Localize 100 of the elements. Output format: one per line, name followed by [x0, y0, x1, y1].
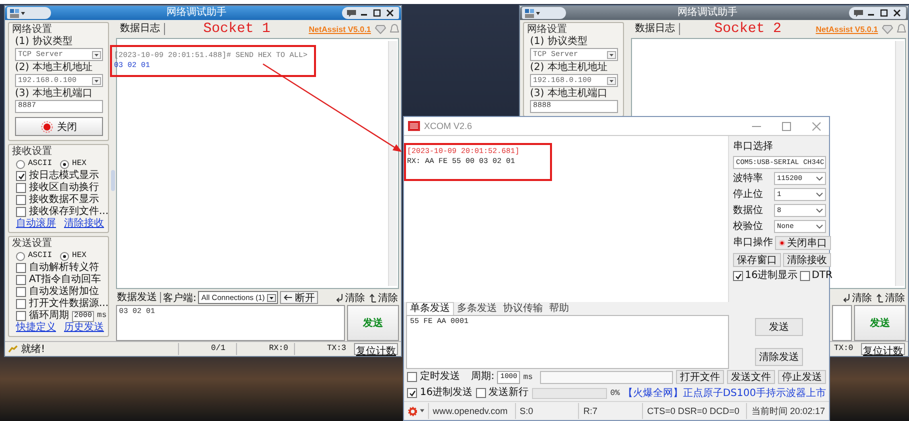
radio-label: HEX	[72, 250, 86, 262]
caret-icon[interactable]	[266, 294, 276, 302]
tab[interactable]: 协议传输	[500, 303, 546, 315]
checkbox[interactable]	[476, 388, 486, 398]
tab[interactable]: 帮助	[546, 303, 572, 315]
radio-label: HEX	[72, 158, 86, 170]
reset-count-button[interactable]: 复位计数	[861, 343, 905, 355]
status-cell: www.openedv.com	[428, 403, 512, 419]
link[interactable]: 自动滚屏	[16, 218, 56, 230]
checkbox-label: 16进制显示	[745, 270, 798, 282]
status-cell: 当前时间 20:02:17	[746, 403, 829, 419]
disconnect-button[interactable]: 断开	[280, 291, 318, 304]
caret-icon[interactable]	[420, 409, 425, 413]
tab[interactable]: 多条发送	[454, 303, 500, 315]
tab[interactable]: 单条发送	[406, 302, 454, 315]
client-label: 客户端:	[163, 292, 196, 304]
checkbox[interactable]	[800, 271, 810, 281]
status-cell: CTS=0 DSR=0 DCD=0	[642, 403, 744, 419]
checkbox-label: 接收保存到文件...	[29, 206, 109, 218]
checkbox-label: 打开文件数据源...	[29, 298, 109, 310]
link[interactable]: 历史发送	[64, 322, 104, 334]
status-cell: TX:3	[294, 343, 352, 355]
caret-icon[interactable]	[92, 76, 101, 84]
radio-button[interactable]	[60, 252, 70, 260]
field-label: (2) 本地主机地址	[14, 62, 94, 74]
send-tab[interactable]: 数据发送	[116, 292, 161, 303]
log-tab[interactable]: 数据日志	[631, 23, 680, 35]
checkbox-label: 自动发送附加位	[29, 286, 99, 298]
return-arrow-icon[interactable]	[336, 292, 344, 302]
send-button[interactable]: 发送	[347, 305, 399, 341]
clear-button[interactable]: 清除	[842, 291, 873, 304]
status-cell: RX:0	[236, 343, 294, 355]
radio-label: ASCII	[28, 158, 52, 170]
scrollbar[interactable]	[895, 41, 904, 286]
app-menu-button[interactable]	[522, 7, 566, 19]
file-path-field[interactable]	[540, 370, 673, 384]
unit-label: ms	[97, 310, 107, 322]
app-logo-icon	[408, 121, 420, 131]
status-cell: S:0	[514, 403, 576, 419]
send-button[interactable]: 发送	[854, 305, 906, 341]
checkbox[interactable]	[16, 287, 26, 297]
checkbox-label: DTR	[812, 270, 832, 282]
file-button[interactable]: 停止发送	[778, 370, 826, 384]
caret-icon[interactable]	[607, 76, 616, 84]
checkbox-label: 循环周期	[29, 310, 69, 322]
promo-link[interactable]: 【火爆全网】正点原子DS100手持示波器上市	[622, 386, 826, 400]
progress-reading: 0%	[610, 388, 620, 398]
checkbox-label: 接收区自动换行	[29, 182, 99, 194]
send-panel-button[interactable]: 清除发送	[755, 348, 803, 366]
caret-icon[interactable]	[607, 50, 616, 58]
radio-button[interactable]	[16, 160, 25, 168]
checkbox[interactable]	[16, 183, 26, 193]
checkbox[interactable]	[16, 207, 26, 217]
close-port-button[interactable]: 关闭串口	[775, 236, 831, 250]
file-button[interactable]: 打开文件	[676, 370, 724, 384]
clear-button[interactable]: 清除	[335, 291, 366, 304]
radio-button[interactable]	[60, 160, 70, 168]
indicator-icon[interactable]	[779, 238, 785, 248]
file-button[interactable]: 发送文件	[727, 370, 775, 384]
reset-count-button[interactable]: 复位计数	[354, 343, 398, 355]
status-message: 就绪!	[21, 342, 46, 356]
checkbox-label: 16进制发送	[420, 387, 473, 399]
indicator-icon[interactable]	[41, 120, 53, 132]
radio-button[interactable]	[16, 252, 25, 260]
left-arrow-icon[interactable]	[282, 294, 293, 301]
status-icon	[8, 345, 18, 353]
send-input[interactable]	[832, 305, 852, 341]
link[interactable]: 快捷定义	[16, 322, 56, 334]
link[interactable]: 清除接收	[64, 218, 104, 230]
checkbox[interactable]	[407, 372, 417, 382]
send-panel-button[interactable]: 发送	[755, 318, 803, 336]
field-label: 校验位	[733, 220, 763, 232]
app-menu-button[interactable]	[7, 7, 51, 19]
checkbox[interactable]	[16, 195, 26, 205]
panel-button[interactable]: 保存窗口	[733, 253, 781, 267]
radio-label: ASCII	[28, 250, 52, 262]
connect-toggle-button[interactable]: 关闭	[15, 117, 103, 136]
checkbox[interactable]	[16, 263, 26, 273]
field-label: 串口操作	[733, 237, 773, 249]
checkbox[interactable]	[16, 299, 26, 309]
field-label: (1) 协议类型	[529, 36, 588, 48]
clear-button[interactable]: 清除	[368, 291, 399, 304]
checkbox[interactable]	[16, 311, 26, 321]
splitter-handle[interactable]	[111, 170, 115, 191]
up-arrow-icon[interactable]	[369, 292, 377, 302]
return-arrow-icon[interactable]	[843, 292, 851, 302]
caret-icon[interactable]	[92, 50, 101, 58]
field-label: (2) 本地主机地址	[529, 62, 608, 74]
field-label: (1) 协议类型	[14, 36, 74, 48]
app-icon[interactable]	[10, 8, 26, 18]
app-icon[interactable]	[525, 8, 541, 18]
clear-button[interactable]: 清除	[875, 291, 906, 304]
window-title: XCOM V2.6	[424, 121, 472, 131]
gear-icon[interactable]	[408, 406, 418, 416]
field-label: 数据位	[733, 204, 763, 216]
up-arrow-icon[interactable]	[876, 292, 884, 302]
scrollbar[interactable]	[388, 41, 397, 286]
checkbox[interactable]	[16, 275, 26, 285]
log-tab[interactable]: 数据日志	[116, 23, 165, 35]
panel-button[interactable]: 清除接收	[783, 253, 831, 267]
